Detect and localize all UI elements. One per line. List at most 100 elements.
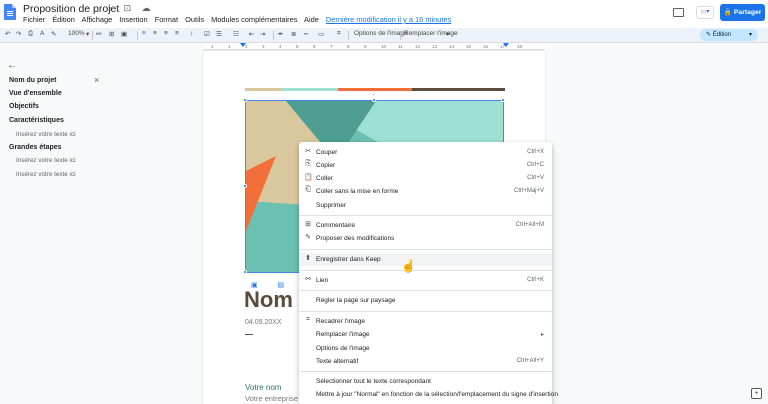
menu-edit[interactable]: Édition <box>52 15 75 24</box>
ruler-tick-label: 9 <box>364 44 367 49</box>
chevron-down-icon: ▾ <box>748 32 752 38</box>
border-color-icon[interactable]: ✒ <box>278 30 283 38</box>
zoom-chevron-icon[interactable]: ▾ <box>86 30 89 38</box>
outline-item[interactable]: Caractéristiques <box>9 117 64 124</box>
ruler[interactable]: 1 1 2 3 4 5 6 7 8 9 10 11 12 13 14 15 16 17 18 <box>203 43 545 50</box>
author-name: Votre nom <box>245 383 282 392</box>
crop-icon[interactable]: ⌗ <box>337 30 341 38</box>
ruler-tick-label: 3 <box>262 44 265 49</box>
print-icon[interactable]: ⎙ <box>28 30 33 38</box>
menu-separator <box>299 215 552 216</box>
ruler-tick-label: 13 <box>432 44 438 49</box>
menu-item-image-options[interactable]: Options de l'image <box>299 342 552 355</box>
menu-item-landscape[interactable]: Régler la page sur paysage <box>299 294 552 307</box>
menu-item-link[interactable]: ⚯ Lien Ctrl+K <box>299 274 552 287</box>
document-date: 04.09.20XX <box>245 319 282 326</box>
align-center-icon[interactable]: ≡ <box>153 30 157 37</box>
align-right-icon[interactable]: ≡ <box>164 30 168 37</box>
resize-handle[interactable] <box>243 98 247 102</box>
outline-subitem[interactable]: Insérez votre texte ici <box>16 131 76 138</box>
menu-help[interactable]: Aide <box>304 15 319 24</box>
last-edit-link[interactable]: Dernière modification il y a 16 minutes <box>326 15 451 24</box>
menu-file[interactable]: Fichier <box>23 15 45 24</box>
outline-item[interactable]: Grandes étapes <box>9 144 62 151</box>
ruler-tick-label: 12 <box>415 44 421 49</box>
zoom-select[interactable]: 100% <box>68 30 85 37</box>
resize-handle[interactable] <box>243 184 247 188</box>
menu-insert[interactable]: Insertion <box>119 15 147 24</box>
outline-item[interactable]: Vue d'ensemble <box>9 90 62 97</box>
redo-icon[interactable]: ↷ <box>16 30 21 38</box>
menu-separator <box>299 270 552 271</box>
outline-subitem[interactable]: Insérez votre texte ici <box>16 157 76 164</box>
outline-back-icon[interactable]: ← <box>7 60 17 71</box>
menu-item-comment[interactable]: ⊞ Commentaire Ctrl+Alt+M <box>299 219 552 232</box>
explore-button[interactable]: + <box>751 388 762 399</box>
meet-button[interactable]: ▭▾ <box>696 6 714 19</box>
align-left-icon[interactable]: ≡ <box>142 30 146 37</box>
ruler-tick-label: 1 <box>228 44 231 49</box>
menu-view[interactable]: Affichage <box>82 15 113 24</box>
border-style-icon[interactable]: ▭ <box>318 30 324 38</box>
menu-item-copy[interactable]: ⎘ Copier Ctrl+C <box>299 159 552 172</box>
ruler-tick-label: 4 <box>279 44 282 49</box>
menu-item-paste[interactable]: 📋 Coller Ctrl+V <box>299 172 552 185</box>
insert-image-icon[interactable]: ▣ <box>121 30 127 38</box>
spellcheck-icon[interactable]: A <box>40 30 44 37</box>
line-spacing-icon[interactable]: ↕ <box>190 30 193 37</box>
increase-indent-icon[interactable]: ⇥ <box>260 30 265 38</box>
decrease-indent-icon[interactable]: ⇤ <box>249 30 254 38</box>
ruler-tick-label: 5 <box>296 44 299 49</box>
comment-history-icon[interactable] <box>673 8 684 17</box>
menu-tools[interactable]: Outils <box>185 15 204 24</box>
replace-image-chevron-icon[interactable]: ▾ <box>446 30 449 38</box>
ruler-tick-label: 14 <box>449 44 455 49</box>
outline-item[interactable]: Objectifs <box>9 103 39 110</box>
star-move-cloud-icons[interactable]: ☆ ⊡ ☁ <box>105 3 155 14</box>
checklist-icon[interactable]: ☑ <box>204 30 210 38</box>
menu-item-paste-plain[interactable]: ⎗ Coller sans la mise en forme Ctrl+Maj+V <box>299 185 552 198</box>
border-weight-icon[interactable]: ≣ <box>291 30 296 38</box>
outline-item[interactable]: Nom du projet <box>9 77 56 84</box>
numbered-list-icon[interactable]: ☷ <box>233 30 239 38</box>
share-button[interactable]: 🔒 Partager <box>720 4 765 21</box>
menu-item-replace-image[interactable]: Remplacer l'image ▸ <box>299 328 552 341</box>
link-icon: ⚯ <box>305 276 311 283</box>
menu-item-update-normal[interactable]: Mettre à jour "Normal" en fonction de la… <box>299 388 558 401</box>
menu-item-cut[interactable]: ✂ Couper Ctrl+X <box>299 146 552 159</box>
replace-image-button[interactable]: Remplacer l'image <box>404 30 458 37</box>
menu-item-alt-text[interactable]: Texte alternatif Ctrl+Alt+Y <box>299 355 552 368</box>
ruler-tick-label: 6 <box>313 44 316 49</box>
menu-addons[interactable]: Modules complémentaires <box>211 15 297 24</box>
header-color-bar <box>245 88 282 91</box>
rotate-handle[interactable] <box>372 93 375 96</box>
docs-logo-icon[interactable] <box>4 4 16 20</box>
menu-item-delete[interactable]: Supprimer <box>299 199 552 212</box>
divider <box>245 334 253 335</box>
toolbar-divider <box>137 31 138 40</box>
ruler-tick-label: 11 <box>398 44 403 49</box>
resize-handle[interactable] <box>243 270 247 274</box>
undo-icon[interactable]: ↶ <box>5 30 10 38</box>
justify-icon[interactable]: ≡ <box>175 30 179 37</box>
menu-format[interactable]: Format <box>155 15 178 24</box>
border-dash-icon[interactable]: ┅ <box>304 30 308 38</box>
outline-close-icon[interactable]: × <box>94 75 99 85</box>
menu-bar: Fichier Édition Affichage Insertion Form… <box>23 15 456 24</box>
editing-mode-button[interactable]: ✎ Édition ▾ <box>700 29 758 41</box>
menu-item-crop[interactable]: ⌗ Recadrer l'image <box>299 315 552 328</box>
ruler-tick-label: 16 <box>483 44 489 49</box>
menu-item-save-keep[interactable]: ⬆ Enregistrer dans Keep <box>299 253 552 266</box>
add-comment-icon[interactable]: ⊞ <box>109 30 114 38</box>
resize-handle[interactable] <box>501 98 505 102</box>
link-icon[interactable]: ⚯ <box>96 30 101 38</box>
menu-item-select-matching[interactable]: Sélectionner tout le texte correspondant <box>299 375 552 388</box>
resize-handle[interactable] <box>372 98 376 102</box>
bulleted-list-icon[interactable]: ☰ <box>216 30 222 38</box>
menu-item-suggest[interactable]: ✎ Proposer des modifications <box>299 232 552 245</box>
paint-format-icon[interactable]: ✎ <box>51 30 56 38</box>
ruler-tick-label: 17 <box>500 44 506 49</box>
outline-subitem[interactable]: Insérez votre texte ici <box>16 171 76 178</box>
company-name: Votre entreprise <box>245 394 298 403</box>
menu-separator <box>299 311 552 312</box>
